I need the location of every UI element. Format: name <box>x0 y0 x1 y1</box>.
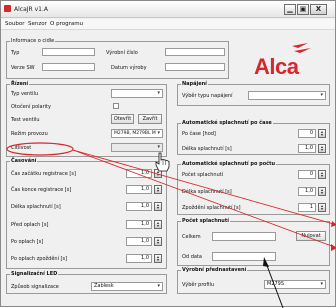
red-arrow-icon <box>72 149 336 249</box>
red-arrowhead-icon <box>331 244 336 251</box>
application-window: AlcaJR v1.A ▁ ▣ X Soubor Senzor O progra… <box>0 0 336 308</box>
highlight-ellipse-icon <box>6 142 74 156</box>
red-arrow-icon <box>72 149 336 226</box>
hand-cursor-icon <box>155 152 170 172</box>
black-arrowhead-icon <box>263 257 269 267</box>
annotation-overlay <box>6 142 336 308</box>
red-arrowhead-icon <box>331 221 336 227</box>
black-arrow-icon <box>265 262 284 308</box>
